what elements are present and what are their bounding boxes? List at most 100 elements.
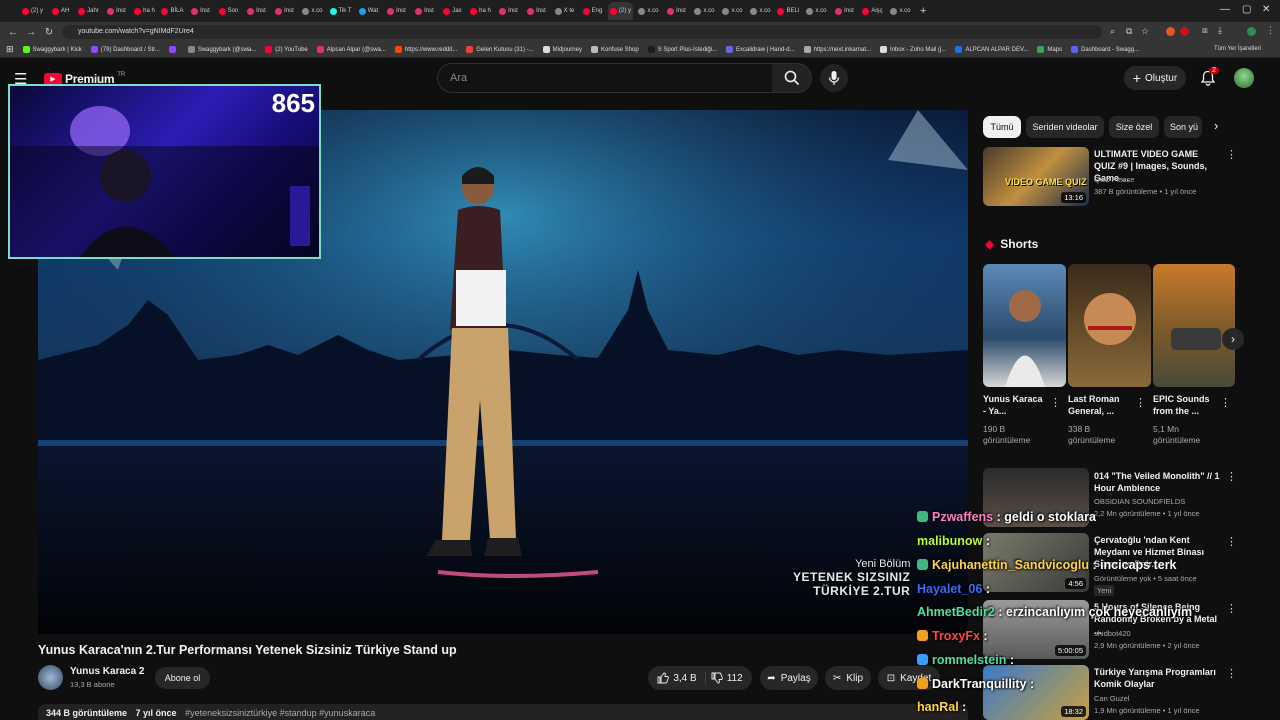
bookmark-item[interactable] — [168, 46, 179, 53]
forward-icon[interactable]: → — [22, 27, 40, 38]
short-title[interactable]: Last Roman General, ... — [1068, 393, 1130, 417]
browser-tab[interactable]: x.co — [300, 2, 325, 20]
browser-tab[interactable]: Eng — [580, 2, 605, 20]
browser-tab[interactable]: x.co — [692, 2, 717, 20]
chevron-right-icon[interactable]: › — [1214, 118, 1218, 133]
browser-tab[interactable]: ha h — [468, 2, 493, 20]
bookmark-item[interactable]: https://next.inkarnat... — [803, 46, 871, 53]
browser-tab[interactable]: Inst — [412, 2, 437, 20]
browser-tab[interactable]: AH — [48, 2, 73, 20]
extension-icon[interactable] — [1180, 27, 1189, 36]
recommended-thumbnail[interactable]: 18:32 — [983, 665, 1089, 720]
more-options-icon[interactable]: ⋮ — [1226, 535, 1237, 548]
browser-tab[interactable]: Jahr — [76, 2, 101, 20]
browser-tab[interactable]: X te — [552, 2, 577, 20]
browser-tab[interactable]: x.co — [748, 2, 773, 20]
search-icon[interactable]: ⌕ — [1110, 26, 1115, 37]
apps-icon[interactable]: ⊞ — [6, 44, 14, 55]
more-options-icon[interactable]: ⋮ — [1226, 602, 1237, 615]
short-thumbnail[interactable] — [983, 264, 1066, 387]
channel-name[interactable]: Yunus Karaca 2 — [70, 666, 144, 677]
bookmark-star-icon[interactable]: ☆ — [1141, 26, 1149, 37]
bookmark-item[interactable]: Inbox - Zoho Mail (j... — [880, 46, 946, 53]
browser-tab[interactable]: Inst — [188, 2, 213, 20]
bookmark-item[interactable]: Gelen Kutusu (31) -... — [466, 46, 534, 53]
short-thumbnail[interactable] — [1068, 264, 1151, 387]
recommended-title[interactable]: Türkiye Yarışma Programları Komik Olayla… — [1094, 666, 1220, 690]
bookmark-item[interactable]: S Sport Plus-İstediği... — [647, 46, 717, 53]
voice-search-button[interactable] — [820, 64, 848, 92]
browser-tab[interactable]: Son — [216, 2, 241, 20]
subscribe-button[interactable]: Abone ol — [155, 667, 210, 689]
new-tab-button[interactable]: + — [920, 5, 926, 17]
bookmark-item[interactable]: Konfuse Shop — [590, 46, 639, 53]
search-button[interactable] — [772, 63, 812, 93]
search-input[interactable]: Ara — [437, 63, 773, 93]
extension-icon[interactable] — [1166, 27, 1175, 36]
browser-tab[interactable]: Inst — [104, 2, 129, 20]
download-icon[interactable]: ⤓ — [1218, 25, 1222, 36]
more-options-icon[interactable]: ⋮ — [1135, 396, 1146, 409]
like-button[interactable]: 3,4 B — [657, 672, 706, 684]
browser-tab[interactable]: BELI — [776, 2, 801, 20]
browser-tab[interactable]: BİLA — [160, 2, 185, 20]
dislike-button[interactable]: 112 — [711, 672, 743, 684]
maximize-icon[interactable]: ▢ — [1242, 4, 1251, 15]
create-button[interactable]: + Oluştur — [1124, 66, 1186, 90]
extensions-puzzle-icon[interactable]: ⧈ — [1202, 25, 1208, 36]
bookmark-item[interactable]: Excalidraw | Hand-d... — [726, 46, 795, 53]
short-title[interactable]: EPIC Sounds from the ... — [1153, 393, 1215, 417]
bookmark-item[interactable]: (79) Dashboard / Str... — [90, 46, 160, 53]
browser-tab[interactable]: x.co — [636, 2, 661, 20]
browser-tab[interactable]: Inst — [496, 2, 521, 20]
bookmark-item[interactable]: Swaggybark (@swa... — [187, 46, 256, 53]
browser-tab[interactable]: Inst — [524, 2, 549, 20]
browser-tab[interactable]: Wat — [356, 2, 381, 20]
filter-chip-all[interactable]: Tümü — [983, 116, 1021, 138]
browser-tab[interactable]: Inst — [384, 2, 409, 20]
browser-tab[interactable]: Jax — [440, 2, 465, 20]
browser-tab[interactable]: Aişç — [860, 2, 885, 20]
shorts-next-button[interactable]: › — [1222, 328, 1244, 350]
reload-icon[interactable]: ↻ — [40, 27, 58, 38]
hashtags[interactable]: #yeteneksizsiniztürkiye #standup #yunusk… — [185, 708, 375, 718]
more-options-icon[interactable]: ⋮ — [1226, 667, 1237, 680]
account-avatar[interactable] — [1234, 68, 1254, 88]
recommended-title[interactable]: 014 "The Veiled Monolith" // 1 Hour Ambi… — [1094, 470, 1220, 494]
bookmark-item[interactable]: Maps — [1037, 46, 1062, 53]
filter-chip-recent[interactable]: Son yü — [1164, 116, 1202, 138]
clip-button[interactable]: ✂ Klip — [825, 666, 871, 690]
more-options-icon[interactable]: ⋮ — [1226, 470, 1237, 483]
browser-tab[interactable]: (2) y — [20, 2, 45, 20]
url-field[interactable]: youtube.com/watch?v=gNIMdF2Ure4 — [62, 25, 1102, 39]
more-options-icon[interactable]: ⋮ — [1226, 148, 1237, 161]
short-title[interactable]: Yunus Karaca - Ya... — [983, 393, 1045, 417]
profile-avatar[interactable] — [1247, 27, 1256, 36]
bookmark-item[interactable]: Midjourney — [542, 46, 582, 53]
channel-avatar[interactable] — [38, 665, 63, 690]
browser-menu-icon[interactable]: ⋮ — [1266, 25, 1275, 36]
recommended-channel[interactable]: OBSIDIAN SOUNDFIELDS — [1094, 496, 1185, 507]
close-window-icon[interactable]: ✕ — [1262, 4, 1270, 15]
browser-tab[interactable]: ha h — [132, 2, 157, 20]
more-options-icon[interactable]: ⋮ — [1220, 396, 1231, 409]
bookmark-item[interactable]: Alpcan Alpar (@swa... — [316, 46, 386, 53]
browser-tab[interactable]: Inst — [664, 2, 689, 20]
bookmark-item[interactable]: https://www.reddit... — [394, 46, 457, 53]
browser-tab[interactable]: Inst — [832, 2, 857, 20]
minimize-icon[interactable]: — — [1220, 4, 1230, 15]
recommended-channel[interactable]: shidbot420 — [1094, 628, 1131, 639]
browser-tab[interactable]: x.co — [888, 2, 913, 20]
bookmark-item[interactable]: Swaggybark | Kick — [22, 46, 82, 53]
bookmark-item[interactable]: Dashboard - Swagg... — [1071, 46, 1139, 53]
recommended-channel[interactable]: Can Guzel — [1094, 693, 1129, 704]
bookmark-item[interactable]: ALPCAN ALPAR DEV... — [955, 46, 1028, 53]
install-icon[interactable]: ⧉ — [1126, 26, 1132, 37]
bookmark-item[interactable]: (2) YouTube — [265, 46, 308, 53]
short-thumbnail[interactable] — [1153, 264, 1235, 387]
filter-chip-series[interactable]: Seriden videolar — [1026, 116, 1104, 138]
all-bookmarks-link[interactable]: Tüm Yer İşaretleri — [1214, 46, 1261, 52]
recommended-channel[interactable]: Quiz Please — [1094, 174, 1134, 185]
browser-tab[interactable]: Tik T — [328, 2, 353, 20]
recommended-thumbnail[interactable]: VIDEO GAME QUIZ 13:16 — [983, 147, 1089, 206]
